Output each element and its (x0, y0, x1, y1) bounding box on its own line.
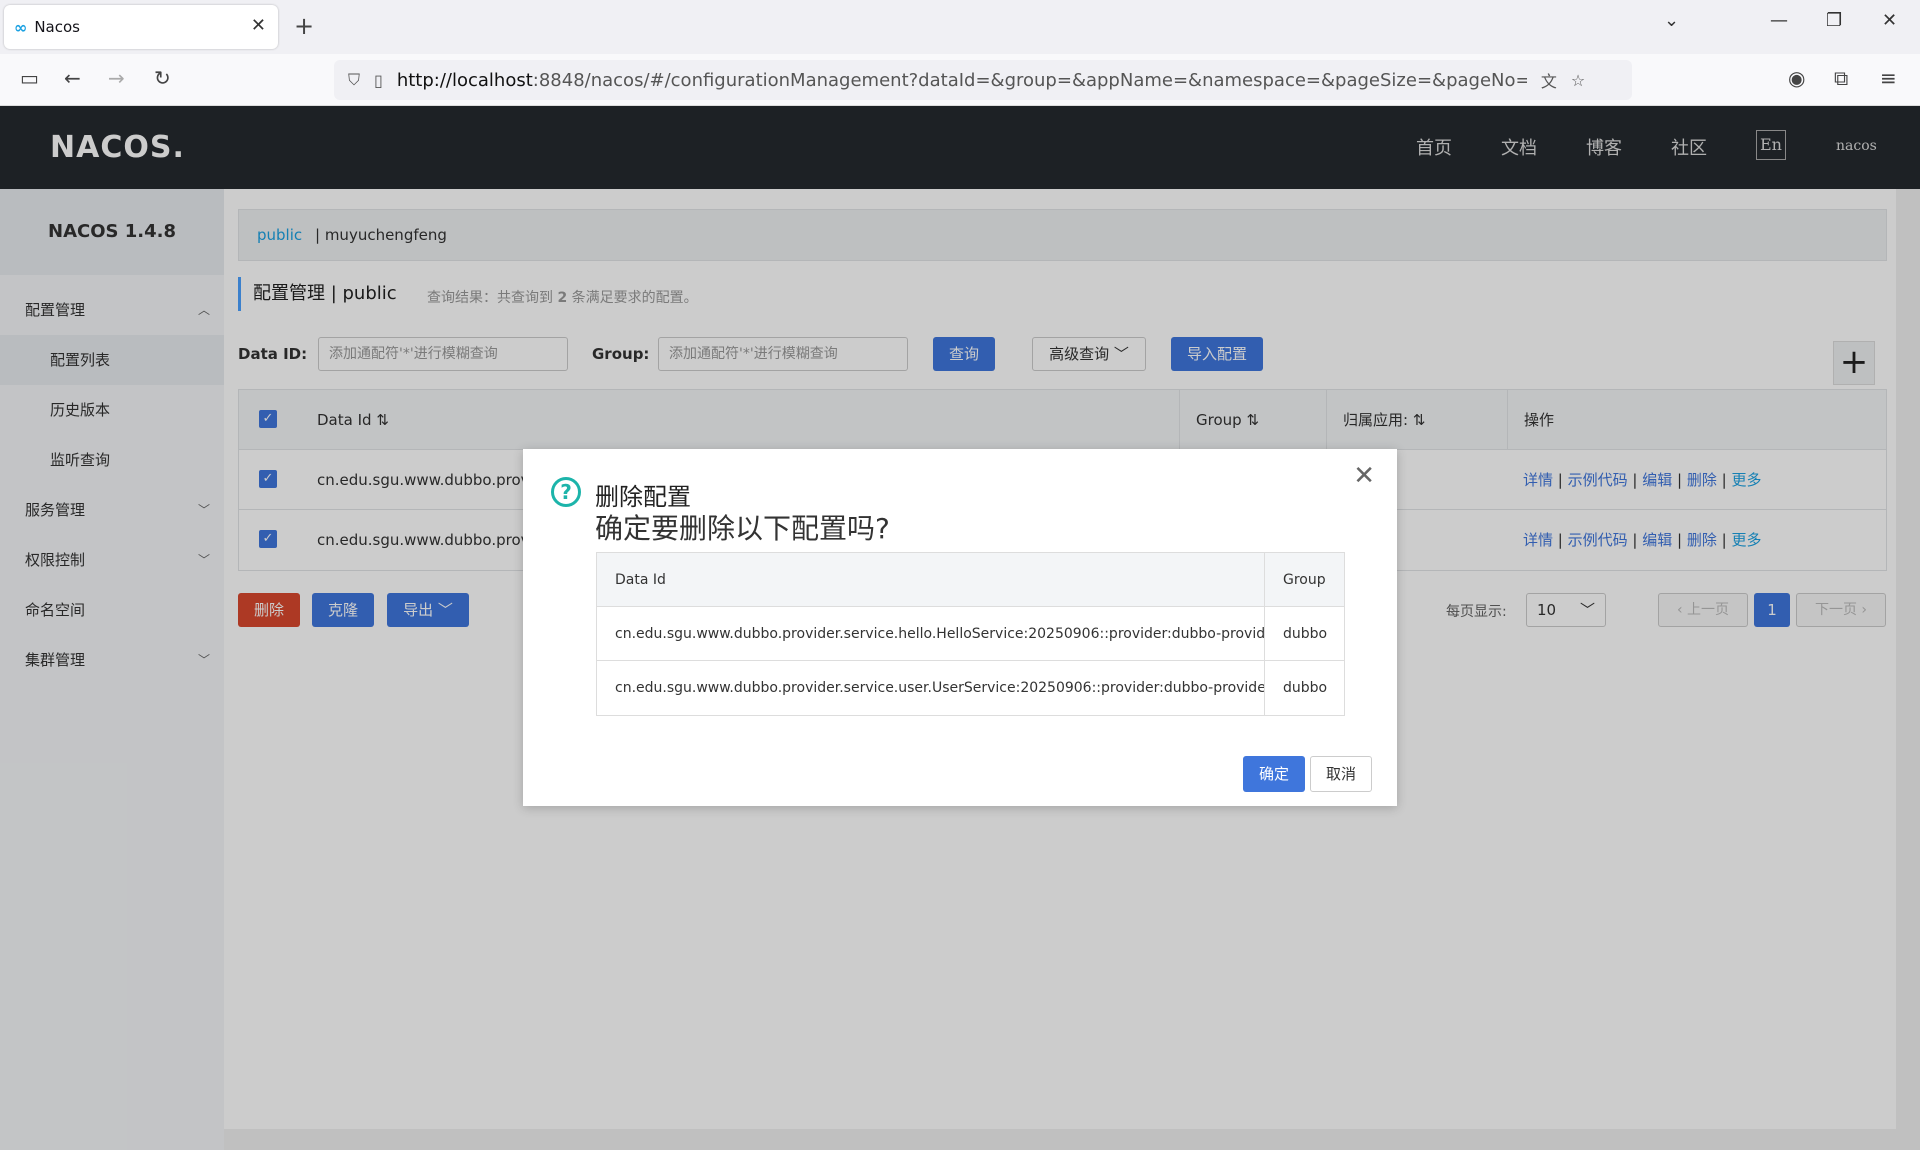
tab-list-chevron-icon[interactable]: ⌄ (1664, 10, 1679, 31)
confirm-button[interactable]: 确定 (1243, 756, 1305, 792)
account-icon[interactable]: ◉ (1788, 66, 1805, 90)
dialog-header-dataid: Data Id (597, 553, 1265, 607)
page-icon: ▯ (374, 70, 383, 90)
minimize-icon[interactable]: — (1770, 10, 1788, 31)
table-row: cn.edu.sgu.www.dubbo.provider.service.he… (597, 607, 1344, 661)
close-tab-icon[interactable]: ✕ (251, 15, 266, 36)
delete-config-dialog: ? 删除配置 确定要删除以下配置吗? ✕ Data Id Group cn.ed… (523, 449, 1397, 806)
close-window-icon[interactable]: ✕ (1882, 10, 1897, 31)
browser-tab-bar: ∞ Nacos ✕ + ⌄ — ❐ ✕ (0, 0, 1920, 54)
new-tab-icon[interactable]: + (294, 12, 314, 40)
restore-icon[interactable]: ❐ (1826, 10, 1842, 31)
reload-icon[interactable]: ↻ (154, 66, 171, 90)
browser-nav-bar: ▭ ← → ↻ ⛉ ▯ http://localhost:8848/nacos/… (0, 54, 1920, 106)
forward-icon[interactable]: → (108, 66, 125, 90)
back-icon[interactable]: ← (64, 66, 81, 90)
bookmark-star-icon[interactable]: ☆ (1571, 71, 1585, 90)
dialog-row-group: dubbo (1283, 680, 1328, 696)
dialog-row-group: dubbo (1283, 626, 1328, 642)
table-row: cn.edu.sgu.www.dubbo.provider.service.us… (597, 661, 1344, 715)
dialog-table-header: Data Id Group (597, 553, 1344, 607)
nacos-favicon-icon: ∞ (14, 17, 27, 37)
translate-icon[interactable]: 文 (1541, 68, 1557, 92)
shield-icon: ⛉ (348, 70, 361, 89)
dialog-message: 确定要删除以下配置吗? (595, 512, 890, 545)
dialog-header-group: Group (1283, 572, 1326, 588)
tab-title: Nacos (34, 18, 80, 36)
question-icon: ? (551, 477, 581, 507)
sidebar-toggle-icon[interactable]: ▭ (20, 66, 39, 90)
dialog-row-dataid: cn.edu.sgu.www.dubbo.provider.service.us… (597, 661, 1265, 715)
dialog-config-table: Data Id Group cn.edu.sgu.www.dubbo.provi… (596, 552, 1345, 716)
extensions-icon[interactable]: ⧉ (1834, 66, 1848, 90)
menu-icon[interactable]: ≡ (1880, 66, 1897, 90)
dialog-row-dataid: cn.edu.sgu.www.dubbo.provider.service.he… (597, 607, 1265, 661)
close-icon[interactable]: ✕ (1353, 461, 1375, 491)
url-bar[interactable]: ⛉ ▯ http://localhost:8848/nacos/#/config… (334, 60, 1632, 100)
cancel-button[interactable]: 取消 (1310, 756, 1372, 792)
browser-tab[interactable]: ∞ Nacos ✕ (4, 5, 278, 49)
url-text[interactable]: http://localhost:8848/nacos/#/configurat… (397, 70, 1527, 91)
